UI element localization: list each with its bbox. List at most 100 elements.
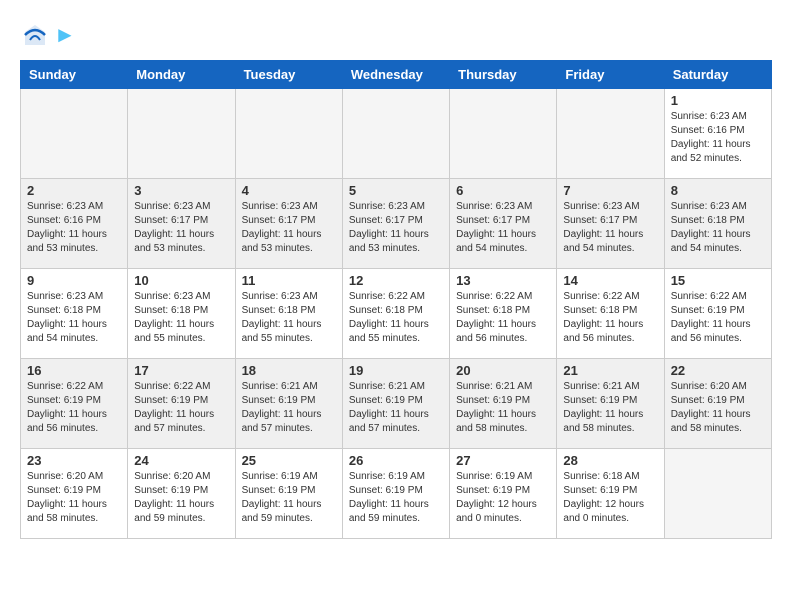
calendar-day-cell: 12 Sunrise: 6:22 AMSunset: 6:18 PMDayligh… (342, 269, 449, 359)
day-number: 21 (563, 363, 657, 378)
calendar-day-cell: 8 Sunrise: 6:23 AMSunset: 6:18 PMDaylight… (664, 179, 771, 269)
calendar-week-row: 1 Sunrise: 6:23 AMSunset: 6:16 PMDaylight… (21, 89, 772, 179)
calendar-day-cell: 18Sunrise: 6:21 AMSunset: 6:19 PMDayligh… (235, 359, 342, 449)
weekday-header-friday: Friday (557, 61, 664, 89)
weekday-header-row: SundayMondayTuesdayWednesdayThursdayFrid… (21, 61, 772, 89)
calendar-day-cell: 9 Sunrise: 6:23 AMSunset: 6:18 PMDaylight… (21, 269, 128, 359)
calendar-table: SundayMondayTuesdayWednesdayThursdayFrid… (20, 60, 772, 539)
calendar-day-cell (342, 89, 449, 179)
day-info: Sunrise: 6:23 AMSunset: 6:16 PMDaylight:… (671, 110, 765, 166)
weekday-header-thursday: Thursday (450, 61, 557, 89)
day-number: 14 (563, 273, 657, 288)
calendar-week-row: 9 Sunrise: 6:23 AMSunset: 6:18 PMDaylight… (21, 269, 772, 359)
day-info: Sunrise: 6:21 AMSunset: 6:19 PMDaylight:… (242, 380, 336, 436)
weekday-header-wednesday: Wednesday (342, 61, 449, 89)
weekday-header-sunday: Sunday (21, 61, 128, 89)
day-info: Sunrise: 6:23 AMSunset: 6:18 PMDaylight:… (671, 200, 765, 256)
day-info: Sunrise: 6:22 AMSunset: 6:19 PMDaylight:… (671, 290, 765, 346)
calendar-day-cell: 14 Sunrise: 6:22 AMSunset: 6:18 PMDayligh… (557, 269, 664, 359)
calendar-day-cell (21, 89, 128, 179)
day-info: Sunrise: 6:21 AMSunset: 6:19 PMDaylight:… (349, 380, 443, 436)
calendar-day-cell: 10 Sunrise: 6:23 AMSunset: 6:18 PMDayligh… (128, 269, 235, 359)
day-info: Sunrise: 6:19 AMSunset: 6:19 PMDaylight:… (349, 470, 443, 526)
day-number: 17 (134, 363, 228, 378)
day-info: Sunrise: 6:19 AMSunset: 6:19 PMDaylight:… (456, 470, 550, 526)
calendar-week-row: 2 Sunrise: 6:23 AMSunset: 6:16 PMDaylight… (21, 179, 772, 269)
day-info: Sunrise: 6:23 AMSunset: 6:18 PMDaylight:… (134, 290, 228, 346)
weekday-header-saturday: Saturday (664, 61, 771, 89)
calendar-day-cell: 25Sunrise: 6:19 AMSunset: 6:19 PMDayligh… (235, 449, 342, 539)
calendar-day-cell: 11 Sunrise: 6:23 AMSunset: 6:18 PMDayligh… (235, 269, 342, 359)
day-info: Sunrise: 6:23 AMSunset: 6:17 PMDaylight:… (563, 200, 657, 256)
calendar-day-cell (450, 89, 557, 179)
day-number: 10 (134, 273, 228, 288)
day-info: Sunrise: 6:22 AMSunset: 6:18 PMDaylight:… (456, 290, 550, 346)
day-info: Sunrise: 6:18 AMSunset: 6:19 PMDaylight:… (563, 470, 657, 526)
day-info: Sunrise: 6:23 AMSunset: 6:18 PMDaylight:… (242, 290, 336, 346)
day-number: 22 (671, 363, 765, 378)
day-number: 26 (349, 453, 443, 468)
calendar-day-cell: 13Sunrise: 6:22 AMSunset: 6:18 PMDayligh… (450, 269, 557, 359)
day-number: 1 (671, 93, 765, 108)
day-info: Sunrise: 6:23 AMSunset: 6:17 PMDaylight:… (349, 200, 443, 256)
calendar-day-cell: 15 Sunrise: 6:22 AMSunset: 6:19 PMDayligh… (664, 269, 771, 359)
day-info: Sunrise: 6:20 AMSunset: 6:19 PMDaylight:… (134, 470, 228, 526)
calendar-day-cell: 16Sunrise: 6:22 AMSunset: 6:19 PMDayligh… (21, 359, 128, 449)
day-info: Sunrise: 6:23 AMSunset: 6:16 PMDaylight:… (27, 200, 121, 256)
day-number: 19 (349, 363, 443, 378)
day-number: 2 (27, 183, 121, 198)
day-number: 5 (349, 183, 443, 198)
calendar-week-row: 23 Sunrise: 6:20 AMSunset: 6:19 PMDayligh… (21, 449, 772, 539)
calendar-day-cell: 20Sunrise: 6:21 AMSunset: 6:19 PMDayligh… (450, 359, 557, 449)
day-info: Sunrise: 6:21 AMSunset: 6:19 PMDaylight:… (563, 380, 657, 436)
calendar-day-cell (664, 449, 771, 539)
calendar-week-row: 16Sunrise: 6:22 AMSunset: 6:19 PMDayligh… (21, 359, 772, 449)
day-number: 27 (456, 453, 550, 468)
calendar-day-cell: 26 Sunrise: 6:19 AMSunset: 6:19 PMDayligh… (342, 449, 449, 539)
day-info: Sunrise: 6:23 AMSunset: 6:18 PMDaylight:… (27, 290, 121, 346)
day-info: Sunrise: 6:22 AMSunset: 6:19 PMDaylight:… (134, 380, 228, 436)
logo-icon (20, 20, 50, 50)
day-info: Sunrise: 6:19 AMSunset: 6:19 PMDaylight:… (242, 470, 336, 526)
day-number: 9 (27, 273, 121, 288)
day-number: 20 (456, 363, 550, 378)
day-number: 7 (563, 183, 657, 198)
weekday-header-tuesday: Tuesday (235, 61, 342, 89)
day-info: Sunrise: 6:20 AMSunset: 6:19 PMDaylight:… (671, 380, 765, 436)
calendar-day-cell: 2 Sunrise: 6:23 AMSunset: 6:16 PMDaylight… (21, 179, 128, 269)
day-info: Sunrise: 6:22 AMSunset: 6:18 PMDaylight:… (563, 290, 657, 346)
calendar-day-cell: 27 Sunrise: 6:19 AMSunset: 6:19 PMDayligh… (450, 449, 557, 539)
calendar-day-cell: 3 Sunrise: 6:23 AMSunset: 6:17 PMDaylight… (128, 179, 235, 269)
calendar-day-cell: 4Sunrise: 6:23 AMSunset: 6:17 PMDaylight… (235, 179, 342, 269)
logo-blue-part: ► (54, 22, 76, 47)
day-info: Sunrise: 6:23 AMSunset: 6:17 PMDaylight:… (134, 200, 228, 256)
day-info: Sunrise: 6:22 AMSunset: 6:19 PMDaylight:… (27, 380, 121, 436)
calendar-day-cell (128, 89, 235, 179)
day-number: 24 (134, 453, 228, 468)
calendar-day-cell: 7 Sunrise: 6:23 AMSunset: 6:17 PMDaylight… (557, 179, 664, 269)
calendar-day-cell: 1 Sunrise: 6:23 AMSunset: 6:16 PMDaylight… (664, 89, 771, 179)
weekday-header-monday: Monday (128, 61, 235, 89)
day-info: Sunrise: 6:23 AMSunset: 6:17 PMDaylight:… (456, 200, 550, 256)
calendar-day-cell: 22 Sunrise: 6:20 AMSunset: 6:19 PMDayligh… (664, 359, 771, 449)
day-number: 23 (27, 453, 121, 468)
calendar-day-cell (235, 89, 342, 179)
day-number: 12 (349, 273, 443, 288)
calendar-day-cell: 23 Sunrise: 6:20 AMSunset: 6:19 PMDayligh… (21, 449, 128, 539)
calendar-day-cell: 5 Sunrise: 6:23 AMSunset: 6:17 PMDaylight… (342, 179, 449, 269)
day-info: Sunrise: 6:20 AMSunset: 6:19 PMDaylight:… (27, 470, 121, 526)
calendar-day-cell: 28Sunrise: 6:18 AMSunset: 6:19 PMDayligh… (557, 449, 664, 539)
day-number: 6 (456, 183, 550, 198)
calendar-day-cell: 17 Sunrise: 6:22 AMSunset: 6:19 PMDayligh… (128, 359, 235, 449)
page-header: ► (20, 20, 772, 50)
day-number: 8 (671, 183, 765, 198)
calendar-day-cell: 6 Sunrise: 6:23 AMSunset: 6:17 PMDaylight… (450, 179, 557, 269)
day-number: 11 (242, 273, 336, 288)
day-number: 3 (134, 183, 228, 198)
calendar-day-cell: 21 Sunrise: 6:21 AMSunset: 6:19 PMDayligh… (557, 359, 664, 449)
calendar-day-cell: 24 Sunrise: 6:20 AMSunset: 6:19 PMDayligh… (128, 449, 235, 539)
day-info: Sunrise: 6:23 AMSunset: 6:17 PMDaylight:… (242, 200, 336, 256)
day-info: Sunrise: 6:22 AMSunset: 6:18 PMDaylight:… (349, 290, 443, 346)
logo: ► (20, 20, 76, 50)
day-number: 15 (671, 273, 765, 288)
